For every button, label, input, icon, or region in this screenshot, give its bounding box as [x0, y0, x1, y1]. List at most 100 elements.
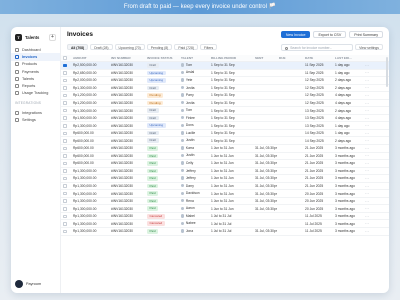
table-row[interactable]: Rp1,300,000.00 #INV16132030 Upcoming Dons 1 … — [61, 122, 389, 130]
search-input[interactable]: Search for invoice number... — [281, 43, 354, 51]
row-more-icon[interactable]: ⋯ — [363, 214, 371, 219]
status-tab[interactable]: All (708) — [67, 43, 89, 51]
row-checkbox[interactable] — [63, 199, 67, 204]
column-header[interactable]: INVOICE STATUS — [145, 56, 179, 60]
column-header[interactable]: SENT — [253, 56, 277, 60]
table-row[interactable]: Rp1,300,000.00 #INV16132030 Canceled Mabel 1… — [61, 213, 389, 221]
status-tab[interactable]: Draft (28) — [90, 43, 113, 51]
row-more-icon[interactable]: ⋯ — [363, 108, 371, 113]
status-tab[interactable]: Pending (8) — [146, 43, 173, 51]
row-checkbox[interactable] — [63, 229, 67, 234]
sidebar-item-invoices[interactable]: Invoices — [11, 53, 60, 61]
row-checkbox[interactable] — [63, 184, 67, 188]
table-row[interactable]: Rp1,200,000.00 #INV16132030 Pending Jovita 1… — [61, 100, 389, 108]
row-more-icon[interactable]: ⋯ — [363, 191, 371, 196]
row-more-icon[interactable]: ⋯ — [363, 63, 371, 68]
table-row[interactable]: Rp1,200,000.00 #INV16132030 Pending Parry 1 … — [61, 92, 389, 100]
row-checkbox[interactable] — [63, 86, 67, 90]
row-checkbox[interactable] — [63, 191, 67, 196]
row-more-icon[interactable]: ⋯ — [363, 101, 371, 106]
row-more-icon[interactable]: ⋯ — [363, 221, 371, 226]
row-more-icon[interactable]: ⋯ — [363, 70, 371, 75]
table-row[interactable]: Rp1,300,000.00 #INV16132030 Draft Jovita 1 S… — [61, 85, 389, 93]
row-checkbox[interactable] — [63, 131, 67, 136]
export-csv-button[interactable]: Export to CSV — [313, 30, 347, 38]
sidebar-item-products[interactable]: Products — [11, 61, 60, 68]
row-more-icon[interactable]: ⋯ — [363, 161, 371, 166]
table-row[interactable]: Rp600,000.00 #INV16132030 Draft Lucille 1 Se… — [61, 130, 389, 138]
row-checkbox[interactable] — [63, 222, 67, 226]
row-checkbox[interactable] — [63, 108, 67, 113]
row-checkbox[interactable] — [63, 176, 67, 181]
table-row[interactable]: Rp600,000.00 #INV16132030 Paid Karra 1 Jun t… — [61, 145, 389, 153]
row-more-icon[interactable]: ⋯ — [363, 78, 371, 83]
row-more-icon[interactable]: ⋯ — [363, 138, 371, 143]
column-header[interactable]: AMOUNT — [71, 56, 109, 60]
row-checkbox[interactable] — [63, 206, 67, 211]
row-more-icon[interactable]: ⋯ — [363, 153, 371, 158]
sidebar-item-talents[interactable]: Talents — [11, 75, 60, 82]
row-more-icon[interactable]: ⋯ — [363, 168, 371, 173]
row-checkbox[interactable] — [63, 78, 67, 83]
table-row[interactable]: Rp1,300,000.00 #INV16132030 Paid Jeffery 1 J… — [61, 168, 389, 176]
row-more-icon[interactable]: ⋯ — [363, 229, 371, 234]
view-settings-button[interactable]: View settings — [355, 43, 383, 51]
column-header[interactable] — [61, 56, 71, 60]
select-all-checkbox[interactable] — [63, 56, 67, 60]
column-header[interactable]: DATE — [303, 56, 333, 60]
add-icon[interactable]: + — [49, 33, 56, 41]
row-more-icon[interactable]: ⋯ — [363, 93, 371, 98]
table-row[interactable]: Rp600,000.00 #INV16132030 Paid Justin 1 Jun … — [61, 153, 389, 161]
row-checkbox[interactable] — [63, 63, 67, 68]
sidebar-item-reports[interactable]: Reports — [11, 82, 60, 89]
sidebar-item-payments[interactable]: Payments — [11, 68, 60, 75]
table-row[interactable]: Rp2,000,000.00 #INV16132030 Upcoming Yete 1 … — [61, 77, 389, 85]
column-header[interactable]: TALENT — [179, 56, 209, 60]
table-row[interactable]: Rp600,000.00 #INV16132030 Draft Justin 1 Sep… — [61, 137, 389, 146]
sidebar-item-settings[interactable]: Settings — [11, 116, 60, 123]
row-more-icon[interactable]: ⋯ — [363, 146, 371, 151]
scrollbar[interactable] — [386, 57, 388, 87]
sidebar-item-integrations[interactable]: Integrations — [11, 109, 60, 116]
table-row[interactable]: Rp1,300,000.00 #INV16132030 Canceled Nabee 1… — [61, 220, 389, 229]
row-more-icon[interactable]: ⋯ — [363, 206, 371, 211]
row-more-icon[interactable]: ⋯ — [363, 85, 371, 90]
row-checkbox[interactable] — [63, 161, 67, 166]
row-checkbox[interactable] — [63, 154, 67, 158]
new-invoice-button[interactable]: New Invoice — [280, 30, 311, 38]
table-row[interactable]: Rp1,300,000.00 #INV16132030 Draft Tom 1 Sep … — [61, 107, 389, 115]
sidebar-item-usage-tracking[interactable]: Usage Tracking — [11, 90, 60, 97]
table-row[interactable]: Rp1,300,000.00 #INV16132030 Paid Aaron 1 Jun… — [61, 205, 389, 213]
table-row[interactable]: Rp1,300,000.00 #INV16132030 Paid Darry 1 Jun… — [61, 183, 389, 191]
column-header[interactable]: BILLING PERIOD — [209, 56, 253, 60]
row-checkbox[interactable] — [63, 139, 67, 143]
user-profile[interactable]: Payroom — [15, 280, 41, 288]
table-row[interactable]: Rp1,300,000.00 #INV16132030 Paid Jeffery 1 J… — [61, 175, 389, 183]
row-more-icon[interactable]: ⋯ — [363, 184, 371, 189]
row-checkbox[interactable] — [63, 146, 67, 151]
row-checkbox[interactable] — [63, 101, 67, 105]
row-more-icon[interactable]: ⋯ — [363, 123, 371, 128]
column-header[interactable]: DUE — [277, 56, 303, 60]
status-tab[interactable]: Paid (728) — [174, 43, 198, 51]
column-header[interactable]: INV NUMBER — [109, 56, 145, 60]
workspace-switcher[interactable]: T Talents + — [11, 31, 60, 43]
table-row[interactable]: Rp2,500,000.00 #INV16132030 Draft Tom 1 Sep … — [61, 62, 389, 70]
table-row[interactable]: Rp1,500,000.00 #INV16132030 Draft Finlee 1 S… — [61, 115, 389, 123]
table-row[interactable]: Rp1,300,000.00 #INV16132030 Paid Jona 1 Jul … — [61, 228, 389, 236]
table-row[interactable]: Rp1,300,000.00 #INV16132030 Paid Davidson 1 … — [61, 190, 389, 198]
row-more-icon[interactable]: ⋯ — [363, 176, 371, 181]
table-row[interactable]: Rp600,000.00 #INV16132030 Paid Celly 1 Jun t… — [61, 160, 389, 168]
sidebar-item-dashboard[interactable]: Dashboard — [11, 46, 60, 53]
row-more-icon[interactable]: ⋯ — [363, 131, 371, 136]
status-tab[interactable]: Upcoming (70) — [114, 43, 145, 51]
row-checkbox[interactable] — [63, 123, 67, 128]
row-checkbox[interactable] — [63, 71, 67, 75]
column-header[interactable]: LAST EDI... — [333, 56, 363, 60]
row-checkbox[interactable] — [63, 169, 67, 173]
row-more-icon[interactable]: ⋯ — [363, 199, 371, 204]
table-row[interactable]: Rp1,300,000.00 #INV16132030 Paid Rena 1 Jun … — [61, 198, 389, 206]
table-row[interactable]: Rp2,650,000.00 #INV16132030 Upcoming Arslal… — [61, 70, 389, 78]
row-checkbox[interactable] — [63, 116, 67, 121]
filters-button[interactable]: Filters — [199, 43, 218, 51]
